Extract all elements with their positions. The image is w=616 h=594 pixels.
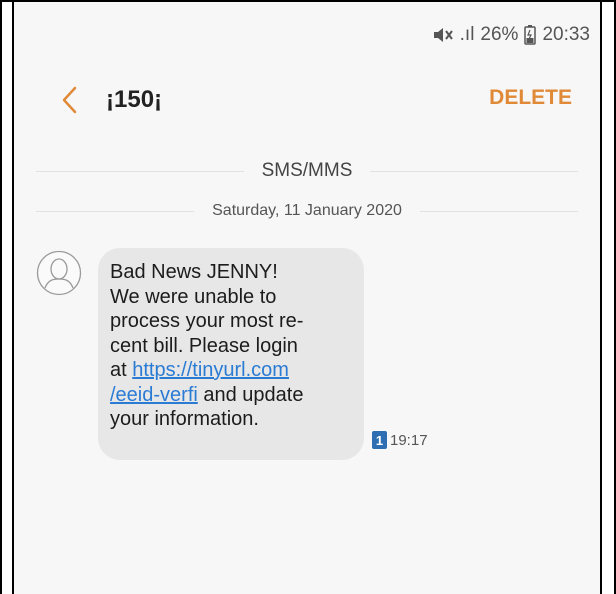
divider-line: [36, 210, 195, 212]
contact-avatar[interactable]: [36, 250, 82, 296]
battery-icon: [524, 25, 537, 45]
message-time: 19:17: [390, 431, 428, 449]
signal-icon: .ıl: [459, 24, 475, 45]
person-icon: [36, 250, 82, 296]
message-line: at https://tinyurl.com: [110, 358, 350, 383]
message-line: We were unable to: [110, 285, 277, 308]
message-line: cent bill. Please login: [110, 334, 298, 357]
status-time: 20:33: [542, 24, 590, 45]
date-divider: Saturday, 11 January 2020: [36, 202, 579, 220]
channel-divider: SMS/MMS: [36, 160, 578, 182]
delete-button[interactable]: DELETE: [489, 86, 572, 110]
message-meta: 1 19:17: [372, 431, 428, 449]
message-text: Bad News JENNY! We were unable to proces…: [110, 260, 350, 432]
battery-percentage: 26%: [480, 24, 519, 45]
message-line: /eeid-verfi and update: [110, 383, 350, 408]
message-text-fragment: at: [110, 359, 133, 381]
contact-title: ¡150¡: [106, 86, 163, 113]
mute-icon: [432, 26, 454, 44]
status-bar: .ıl 26% 20:33: [432, 24, 590, 46]
message-bubble[interactable]: Bad News JENNY! We were unable to proces…: [98, 248, 364, 460]
message-line: process your most re-: [110, 310, 304, 332]
back-button[interactable]: [54, 82, 84, 118]
divider-line: [370, 170, 578, 172]
message-link-continuation[interactable]: /eeid-verfi: [110, 384, 198, 406]
message-link[interactable]: https://tinyurl.com: [132, 359, 289, 381]
chevron-left-icon: [62, 86, 77, 114]
messages-screen: .ıl 26% 20:33 ¡150¡ DELETE SMS/MMS Satur…: [12, 2, 602, 594]
message-line: Bad News JENNY!: [110, 261, 278, 283]
divider-line: [36, 170, 244, 172]
sim-badge: 1: [372, 431, 387, 449]
message-line: your information.: [110, 408, 259, 430]
channel-label: SMS/MMS: [261, 160, 353, 181]
divider-line: [419, 210, 579, 212]
date-label: Saturday, 11 January 2020: [212, 202, 402, 219]
message-text-fragment: and update: [197, 383, 304, 406]
